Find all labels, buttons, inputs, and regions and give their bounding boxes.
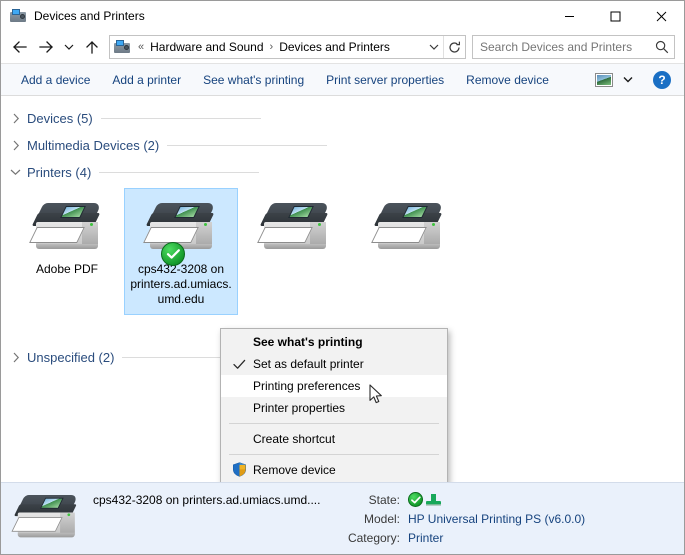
breadcrumb-devices-and-printers[interactable]: Devices and Printers: [277, 38, 392, 56]
printer-icon: [258, 195, 332, 257]
status-row-state: State:: [340, 490, 585, 509]
help-icon[interactable]: ?: [653, 71, 671, 89]
up-button[interactable]: [79, 34, 105, 60]
group-rule: [167, 145, 327, 146]
devices-printers-icon: [10, 8, 26, 24]
chevron-right-icon[interactable]: [8, 350, 23, 365]
group-title-devices: Devices (5): [27, 111, 93, 126]
default-check-icon: [408, 492, 423, 507]
add-a-device-button[interactable]: Add a device: [10, 68, 101, 92]
group-rule: [101, 118, 261, 119]
printer-tile-label: Adobe PDF: [36, 262, 98, 277]
context-menu-item-see-whats-printing[interactable]: See what's printing: [221, 331, 447, 353]
remove-device-button[interactable]: Remove device: [455, 68, 560, 92]
printer-context-menu: See what's printing Set as default print…: [220, 328, 448, 482]
context-menu-item-printing-preferences[interactable]: Printing preferences: [221, 375, 447, 397]
title-bar: Devices and Printers: [1, 1, 684, 31]
chevron-down-icon[interactable]: [617, 68, 639, 92]
content-area: Devices (5) Multimedia Devices (2) Print…: [1, 96, 684, 482]
printer-icon: [30, 195, 104, 257]
context-menu-gutter: [226, 429, 253, 449]
refresh-icon[interactable]: [443, 36, 465, 58]
group-title-printers: Printers (4): [27, 165, 91, 180]
group-header-multimedia-devices[interactable]: Multimedia Devices (2): [1, 132, 684, 158]
context-menu-item-label: See what's printing: [253, 335, 363, 349]
context-menu-gutter: [226, 376, 253, 396]
printers-tile-row: Adobe PDF cps432-3208 on printers.ad.umi…: [1, 188, 684, 315]
chevron-right-icon[interactable]: [8, 111, 23, 126]
checkmark-icon: [226, 354, 253, 374]
printer-tile-3[interactable]: [238, 188, 352, 315]
printer-icon: [372, 195, 446, 257]
maximize-button[interactable]: [592, 1, 638, 31]
search-icon[interactable]: [650, 36, 674, 58]
see-whats-printing-button[interactable]: See what's printing: [192, 68, 315, 92]
status-details: cps432-3208 on printers.ad.umiacs.umd...…: [93, 490, 684, 547]
printer-tile-label: cps432-3208 on printers.ad.umiacs.umd.ed…: [129, 262, 233, 307]
group-rule: [99, 172, 259, 173]
printer-icon: [15, 491, 81, 547]
search-box[interactable]: [472, 35, 675, 59]
devices-and-printers-window: Devices and Printers: [0, 0, 685, 555]
recent-locations-button[interactable]: [59, 34, 79, 60]
context-menu-gutter: [226, 332, 253, 352]
shared-printer-icon: [426, 493, 441, 507]
status-value-model: HP Universal Printing PS (v6.0.0): [408, 512, 585, 526]
context-menu-item-label: Create shortcut: [253, 432, 335, 446]
address-bar[interactable]: « Hardware and Sound › Devices and Print…: [109, 35, 466, 59]
group-header-devices[interactable]: Devices (5): [1, 105, 684, 131]
status-label-model: Model:: [340, 512, 400, 526]
printer-tile-cps432-3208[interactable]: cps432-3208 on printers.ad.umiacs.umd.ed…: [124, 188, 238, 315]
context-menu-item-set-as-default-printer[interactable]: Set as default printer: [221, 353, 447, 375]
status-row-category: Category: Printer: [340, 528, 585, 547]
view-options-icon[interactable]: [593, 71, 615, 89]
context-menu-item-label: Printer properties: [253, 401, 345, 415]
context-menu-separator: [229, 423, 439, 424]
window-title: Devices and Printers: [34, 9, 546, 23]
status-value-category: Printer: [408, 531, 443, 545]
add-a-printer-button[interactable]: Add a printer: [101, 68, 192, 92]
status-value-state: [408, 492, 441, 507]
navigation-bar: « Hardware and Sound › Devices and Print…: [1, 31, 684, 63]
chevron-down-icon[interactable]: [8, 165, 23, 180]
minimize-button[interactable]: [546, 1, 592, 31]
status-bar: cps432-3208 on printers.ad.umiacs.umd...…: [1, 482, 684, 554]
printer-icon: [144, 195, 218, 257]
context-menu-gutter: [226, 398, 253, 418]
check-badge-icon: [161, 242, 185, 266]
close-button[interactable]: [638, 1, 684, 31]
command-bar: Add a device Add a printer See what's pr…: [1, 63, 684, 96]
group-title-unspecified: Unspecified (2): [27, 350, 114, 365]
breadcrumb-separator-icon: ›: [266, 42, 278, 53]
forward-button[interactable]: [33, 34, 59, 60]
back-button[interactable]: [7, 34, 33, 60]
group-title-multimedia-devices: Multimedia Devices (2): [27, 138, 159, 153]
status-label-state: State:: [340, 493, 400, 507]
printer-tile-adobe-pdf[interactable]: Adobe PDF: [10, 188, 124, 315]
breadcrumb-hardware-and-sound[interactable]: Hardware and Sound: [148, 38, 265, 56]
printer-tile-4[interactable]: [352, 188, 466, 315]
status-device-name: cps432-3208 on printers.ad.umiacs.umd...…: [93, 490, 340, 507]
context-menu-separator: [229, 454, 439, 455]
status-row-model: Model: HP Universal Printing PS (v6.0.0): [340, 509, 585, 528]
search-input[interactable]: [473, 40, 650, 54]
status-label-category: Category:: [340, 531, 400, 545]
address-devices-printers-icon: [114, 39, 130, 55]
context-menu-item-label: Remove device: [253, 463, 336, 477]
window-controls: [546, 1, 684, 31]
uac-shield-icon: [226, 460, 253, 480]
context-menu-item-label: Printing preferences: [253, 379, 360, 393]
context-menu-item-create-shortcut[interactable]: Create shortcut: [221, 428, 447, 450]
print-server-properties-button[interactable]: Print server properties: [315, 68, 455, 92]
breadcrumb-overflow-icon[interactable]: «: [134, 42, 148, 53]
context-menu-item-label: Set as default printer: [253, 357, 364, 371]
status-field-list: State: Model: HP Universal Printing PS (…: [340, 490, 585, 547]
context-menu-item-troubleshoot[interactable]: Troubleshoot: [221, 481, 447, 482]
context-menu-item-remove-device[interactable]: Remove device: [221, 459, 447, 481]
chevron-right-icon[interactable]: [8, 138, 23, 153]
group-header-printers[interactable]: Printers (4): [1, 159, 684, 185]
address-dropdown-chevron-icon[interactable]: [425, 36, 443, 58]
context-menu-item-printer-properties[interactable]: Printer properties: [221, 397, 447, 419]
